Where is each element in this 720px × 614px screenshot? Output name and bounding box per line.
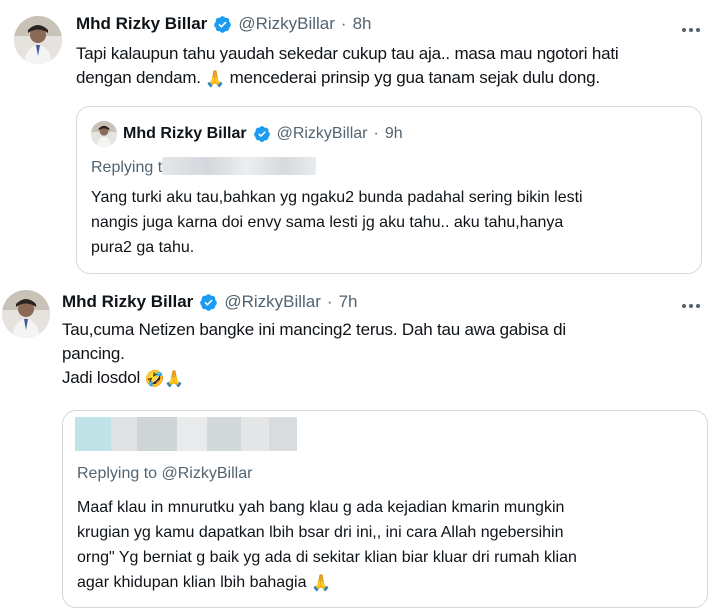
author-name[interactable]: Mhd Rizky Billar bbox=[62, 292, 193, 312]
author-name: Mhd Rizky Billar bbox=[123, 125, 247, 142]
quoted-text-line: agar khidupan klian lbih bahagia 🙏 bbox=[77, 570, 577, 595]
author-handle: @RizkyBillar bbox=[276, 125, 368, 142]
verified-badge-icon bbox=[253, 125, 271, 143]
timestamp: 9h bbox=[384, 125, 403, 142]
tweet-text-line: Jadi losdol 🤣🙏 bbox=[62, 366, 622, 390]
replying-label: Replying t bbox=[91, 159, 163, 176]
replying-to: Replying to @RizkyBillar bbox=[77, 465, 252, 483]
tweet[interactable]: Mhd Rizky Billar @RizkyBillar · 8h Tapi … bbox=[0, 0, 720, 280]
author-name[interactable]: Mhd Rizky Billar bbox=[76, 14, 207, 34]
separator-dot: · bbox=[373, 125, 379, 142]
verified-badge-icon bbox=[199, 293, 218, 312]
quoted-text-line: orng" Yg berniat g baik yg ada di sekita… bbox=[77, 549, 577, 566]
separator-dot: · bbox=[340, 14, 347, 33]
quoted-text-segment: agar khidupan klian lbih bahagia bbox=[77, 574, 307, 591]
quoted-text-line: pura2 ga tahu. bbox=[91, 239, 195, 256]
quoted-text-line: Yang turki aku tau,bahkan yg ngaku2 bund… bbox=[91, 189, 583, 206]
tweet-text-line: Tapi kalaupun tahu yaudah sekedar cukup … bbox=[76, 44, 619, 63]
author-handle[interactable]: @RizkyBillar bbox=[238, 14, 335, 34]
quoted-tweet-header: Mhd Rizky Billar @RizkyBillar · 9h bbox=[91, 121, 403, 147]
folded-hands-emoji-icon: 🙏 bbox=[205, 71, 226, 88]
quoted-tweet-text: Maaf klau in mnurutku yah bang klau g ad… bbox=[77, 495, 577, 595]
timestamp[interactable]: 7h bbox=[339, 292, 358, 312]
verified-badge-icon bbox=[213, 15, 232, 34]
replying-to: Replying t bbox=[91, 157, 317, 177]
quoted-tweet-text: Yang turki aku tau,bahkan yg ngaku2 bund… bbox=[91, 185, 583, 260]
timestamp[interactable]: 8h bbox=[353, 14, 372, 34]
tweet-header: Mhd Rizky Billar @RizkyBillar · 7h bbox=[62, 292, 358, 312]
tweet-text-segment: dengan dendam. bbox=[76, 68, 201, 87]
redacted-author bbox=[75, 417, 297, 451]
tweet-text-segment: Jadi losdol bbox=[62, 368, 141, 387]
tweet-text-line: pancing. bbox=[62, 344, 125, 363]
tweet-text-line: dengan dendam. 🙏 mencederai prinsip yg g… bbox=[76, 66, 696, 90]
quoted-text-line: nangis juga karna doi envy sama lesti jg… bbox=[91, 214, 564, 231]
author-handle[interactable]: @RizkyBillar bbox=[224, 292, 321, 312]
redacted-avatar bbox=[75, 417, 111, 451]
tweet-text: Tapi kalaupun tahu yaudah sekedar cukup … bbox=[76, 42, 696, 90]
tweet-header: Mhd Rizky Billar @RizkyBillar · 8h bbox=[76, 14, 372, 34]
avatar[interactable] bbox=[2, 290, 50, 338]
folded-hands-emoji-icon: 🙏 bbox=[164, 371, 185, 388]
quoted-text-line: Maaf klau in mnurutku yah bang klau g ad… bbox=[77, 499, 565, 516]
rolling-laughing-emoji-icon: 🤣 bbox=[144, 371, 165, 388]
quoted-text-line: krugian yg kamu dapatkan lbih bsar dri i… bbox=[77, 524, 564, 541]
tweet-text: Tau,cuma Netizen bangke ini mancing2 ter… bbox=[62, 318, 622, 390]
redacted-handle bbox=[162, 157, 317, 175]
tweet-text-line: Tau,cuma Netizen bangke ini mancing2 ter… bbox=[62, 320, 566, 339]
tweet-text-segment: mencederai prinsip yg gua tanam sejak du… bbox=[229, 68, 601, 87]
replying-handle[interactable]: @RizkyBillar bbox=[162, 465, 253, 482]
separator-dot: · bbox=[326, 292, 333, 311]
replying-label: Replying to bbox=[77, 465, 158, 482]
more-options-icon[interactable] bbox=[676, 20, 706, 40]
quoted-tweet[interactable]: Replying to @RizkyBillar Maaf klau in mn… bbox=[62, 410, 708, 608]
quoted-tweet[interactable]: Mhd Rizky Billar @RizkyBillar · 9h Reply… bbox=[76, 106, 702, 274]
folded-hands-emoji-icon: 🙏 bbox=[310, 575, 331, 592]
more-options-icon[interactable] bbox=[676, 296, 706, 316]
avatar[interactable] bbox=[14, 16, 62, 64]
avatar bbox=[91, 121, 117, 147]
tweet[interactable]: Mhd Rizky Billar @RizkyBillar · 7h Tau,c… bbox=[0, 282, 720, 614]
